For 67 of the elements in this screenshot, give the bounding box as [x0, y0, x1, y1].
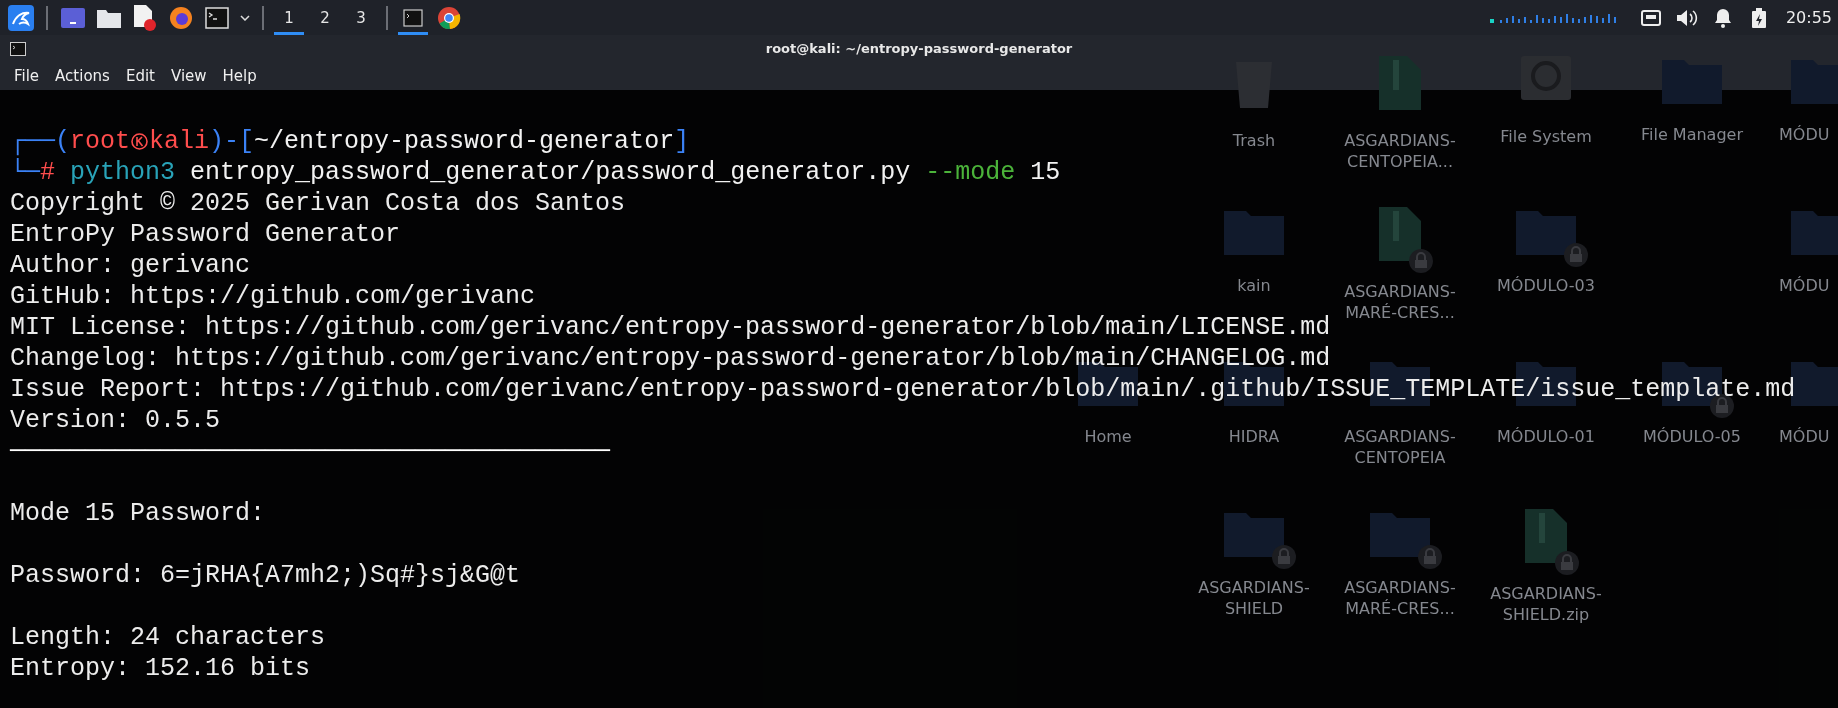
terminal-icon[interactable]: [403, 8, 423, 27]
output-line: Version: 0.5.5: [10, 405, 221, 436]
desktop-icon-label[interactable]: ASGARDIANS-CENTOPEIA: [1330, 426, 1470, 468]
desktop-icon-label[interactable]: MÓDULO-05: [1643, 426, 1741, 447]
command-program: python3: [70, 157, 176, 188]
desktop-icon-label[interactable]: MÓDU: [1779, 275, 1830, 296]
bell-icon[interactable]: [1713, 7, 1732, 28]
menu-item[interactable]: Edit: [117, 67, 163, 85]
volume-icon[interactable]: [1675, 8, 1698, 27]
desktop-icon-label[interactable]: File Manager: [1641, 124, 1743, 145]
desktop-icon-label[interactable]: HIDRA: [1228, 426, 1280, 447]
prompt-bracket: ]: [674, 126, 690, 157]
output-line: MIT License: https://github.com/gerivanc/entropy-password-generator/blob/main/LICENSE.md: [10, 312, 1331, 343]
firefox-icon[interactable]: [169, 5, 193, 30]
output-line: Issue Report: https://github.com/gerivanc/entropy-password-generator/blob/main/.github/ISSUE_TEMPLATE/issue_template.md: [10, 374, 1796, 405]
prompt-marker: #: [40, 157, 56, 188]
output-line: Author: gerivanc: [10, 250, 251, 281]
output-line: Changelog: https://github.com/gerivanc/entropy-password-generator/blob/main/CHANGELOG.md: [10, 343, 1331, 374]
menu-item[interactable]: File: [6, 67, 48, 85]
desktop-icon-label[interactable]: MÓDULO-01: [1497, 426, 1595, 447]
menu-item[interactable]: View: [162, 67, 215, 85]
option-text: --mode: [925, 157, 1016, 188]
document-edit-icon[interactable]: [134, 4, 156, 31]
output-line: Copyright © 2025 Gerivan Costa dos Santos: [10, 188, 626, 219]
output-line: Mode 15 Password:: [10, 498, 266, 529]
folder-icon[interactable]: [97, 7, 121, 28]
desktop-icon-label[interactable]: Home: [1084, 426, 1132, 447]
battery-charging-icon[interactable]: [1751, 7, 1766, 28]
desktop-icon-label[interactable]: kain: [1237, 275, 1271, 296]
clock[interactable]: 20:55: [1785, 8, 1832, 27]
output-line: Password: 6=jRHA{A7mh2;)Sq#}sj&G@t: [10, 560, 521, 591]
prompt-bracket: )-[: [209, 126, 255, 157]
desktop-icon-label[interactable]: File System: [1500, 126, 1592, 147]
desktop-icon-label[interactable]: MÓDULO-03: [1497, 275, 1595, 296]
separator-line: ────────────────────────────────────────: [10, 436, 611, 467]
circled-symbol-icon: [131, 133, 149, 150]
desktop-icon-label[interactable]: ASGARDIANS-SHIELD.zip: [1476, 583, 1616, 625]
output-line: EntroPy Password Generator: [10, 219, 401, 250]
network-icon[interactable]: [1640, 9, 1661, 26]
window-icon[interactable]: [61, 7, 85, 28]
output-line: Length: 24 characters: [10, 622, 326, 653]
chevron-down-icon[interactable]: [240, 14, 250, 21]
output-line: Entropy: 152.16 bits: [10, 653, 311, 684]
desktop-icon-label[interactable]: MÓDU: [1779, 426, 1830, 447]
prompt-corner: └─: [10, 157, 40, 188]
desktop-icon-label[interactable]: Trash: [1232, 130, 1276, 151]
workspace-tab[interactable]: 3: [346, 0, 376, 35]
desktop-icon-label[interactable]: MÓDU: [1779, 124, 1830, 145]
workspace-tab[interactable]: 2: [310, 0, 340, 35]
terminal-icon: [10, 41, 26, 56]
prompt-host: kali: [149, 126, 210, 157]
command-argument: 15: [1030, 157, 1061, 188]
desktop-icon-label[interactable]: ASGARDIANS-CENTOPEIA...: [1330, 130, 1470, 172]
desktop-icon-label[interactable]: ASGARDIANS-SHIELD: [1184, 577, 1324, 619]
desktop-icon-label[interactable]: ASGARDIANS-MARÉ-CRES...: [1330, 577, 1470, 619]
window-title: root@kali: ~/entropy-password-generator: [765, 41, 1073, 56]
chrome-icon[interactable]: [437, 5, 461, 30]
prompt-bracket: ┌──(: [10, 126, 70, 157]
menu-item[interactable]: Help: [214, 67, 265, 85]
desktop-icon-label[interactable]: ASGARDIANS-MARÉ-CRES...: [1330, 281, 1470, 323]
output-line: GitHub: https://github.com/gerivanc: [10, 281, 536, 312]
prompt-user: root: [70, 126, 131, 157]
command-argument: entropy_password_generator/password_generator.py: [190, 157, 911, 188]
menu-item[interactable]: Actions: [47, 67, 118, 85]
dragon-logo-icon[interactable]: [8, 4, 34, 31]
prompt-path: ~/entropy-password-generator: [254, 126, 675, 157]
terminal-icon[interactable]: [205, 6, 229, 29]
